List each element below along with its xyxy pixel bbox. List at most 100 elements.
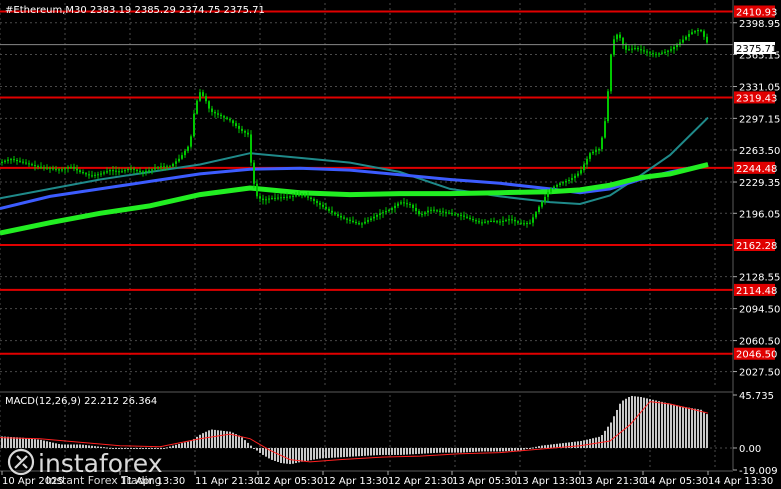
- macd-bar: [475, 447, 477, 452]
- macd-bar: [406, 447, 408, 455]
- candle-body: [100, 173, 102, 175]
- candle-body: [325, 206, 327, 209]
- macd-bar: [412, 447, 414, 455]
- candle-body: [103, 172, 105, 174]
- macd-bar: [526, 447, 528, 449]
- macd-bar: [409, 447, 411, 455]
- candle-body: [475, 220, 477, 222]
- candle-body: [433, 209, 435, 211]
- candle-body: [550, 188, 552, 193]
- macd-bar: [487, 447, 489, 452]
- candle-body: [355, 221, 357, 224]
- candle-body: [379, 213, 381, 216]
- candle-body: [439, 210, 441, 212]
- macd-bar: [436, 447, 438, 453]
- candle-body: [547, 192, 549, 197]
- macd-bar: [652, 399, 654, 448]
- candle-body: [370, 218, 372, 221]
- macd-bar: [292, 447, 294, 464]
- macd-bar: [367, 447, 369, 456]
- macd-bar: [250, 445, 252, 448]
- macd-bar: [520, 447, 522, 451]
- candle-body: [157, 167, 159, 169]
- level-value: 2046.50: [736, 350, 777, 361]
- macd-bar: [85, 445, 87, 448]
- macd-bar: [640, 397, 642, 448]
- macd-bar: [634, 396, 636, 448]
- candle-body: [106, 171, 108, 173]
- candle-body: [61, 169, 63, 171]
- candle-body: [46, 167, 48, 169]
- macd-bar: [400, 447, 402, 455]
- macd-bar: [538, 446, 540, 448]
- macd-bar: [166, 447, 168, 449]
- macd-bar: [172, 445, 174, 448]
- macd-bar: [508, 447, 510, 451]
- macd-bar: [667, 403, 669, 448]
- macd-bar: [484, 447, 486, 452]
- macd-bar: [100, 446, 102, 448]
- candle-body: [424, 212, 426, 215]
- candle-body: [388, 209, 390, 212]
- candle-body: [649, 52, 651, 54]
- candle-body: [427, 210, 429, 213]
- candle-body: [76, 168, 78, 171]
- candle-body: [502, 220, 504, 222]
- macd-bar: [82, 444, 84, 448]
- macd-bar: [493, 447, 495, 452]
- candle-body: [463, 215, 465, 217]
- candle-body: [520, 222, 522, 224]
- macd-bar: [445, 447, 447, 453]
- candle-body: [181, 155, 183, 159]
- candle-body: [124, 170, 126, 172]
- candle-body: [409, 204, 411, 206]
- candle-body: [346, 218, 348, 220]
- candle-body: [235, 123, 237, 127]
- candle-body: [184, 150, 186, 156]
- macd-bar: [190, 441, 192, 448]
- candle-body: [589, 153, 591, 159]
- candle-body: [706, 36, 708, 43]
- macd-bar: [238, 435, 240, 448]
- macd-bar: [397, 447, 399, 455]
- macd-bar: [4, 436, 6, 448]
- macd-bar: [343, 447, 345, 458]
- candle-body: [454, 213, 456, 215]
- macd-bar: [253, 447, 255, 449]
- macd-bar: [385, 447, 387, 455]
- macd-bar: [502, 447, 504, 452]
- candle-body: [127, 169, 129, 171]
- macd-bar: [64, 444, 66, 448]
- candle-body: [142, 171, 144, 173]
- candle-body: [118, 171, 120, 173]
- candle-body: [604, 121, 606, 138]
- macd-bar: [613, 416, 615, 448]
- macd-bar: [700, 409, 702, 448]
- candle-body: [562, 182, 564, 184]
- candle-body: [367, 220, 369, 222]
- candle-body: [448, 212, 450, 214]
- macd-bar: [682, 406, 684, 448]
- candle-body: [400, 202, 402, 204]
- candle-body: [226, 117, 228, 119]
- macd-bar: [184, 442, 186, 448]
- macd-bar: [517, 447, 519, 451]
- macd-bar: [415, 447, 417, 455]
- macd-bar: [580, 441, 582, 448]
- macd-bar: [358, 447, 360, 457]
- macd-bar: [181, 443, 183, 448]
- macd-bar: [463, 447, 465, 453]
- macd-bar: [364, 447, 366, 456]
- candle-body: [574, 175, 576, 179]
- macd-bar: [94, 446, 96, 448]
- trading-chart[interactable]: 2398.952365.152331.052297.152263.502229.…: [0, 0, 781, 489]
- candle-body: [292, 195, 294, 197]
- candle-body: [307, 196, 309, 198]
- macd-bar: [16, 437, 18, 448]
- candle-body: [22, 161, 24, 163]
- macd-bar: [79, 444, 81, 448]
- candle-body: [88, 174, 90, 176]
- macd-bar: [505, 447, 507, 452]
- candle-body: [487, 221, 489, 223]
- candle-body: [382, 212, 384, 214]
